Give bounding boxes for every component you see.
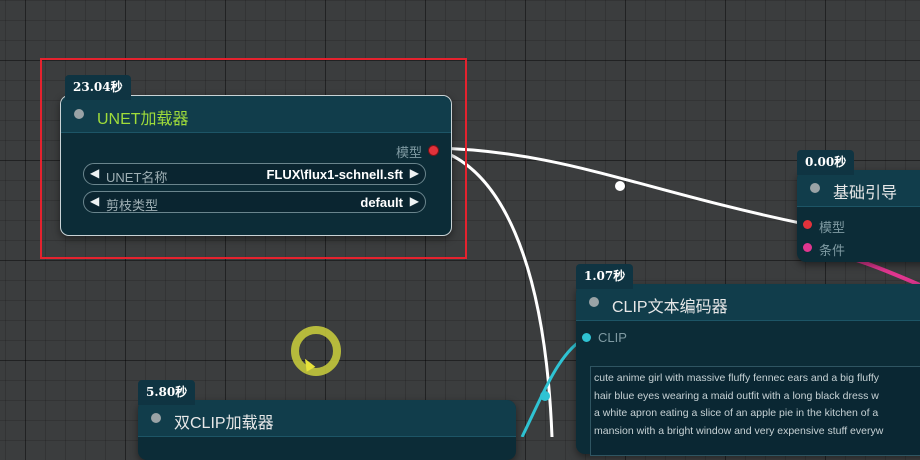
click-indicator-ring xyxy=(291,326,341,376)
basic-guider-node[interactable]: 基础引导 模型 条件 xyxy=(797,170,920,262)
collapse-dot-icon[interactable] xyxy=(151,413,161,423)
clip-text-encode-time-badge: 1.07秒 xyxy=(576,264,634,289)
dual-clip-loader-node[interactable]: 双CLIP加载器 xyxy=(138,400,516,460)
clip-input-socket[interactable] xyxy=(582,333,591,342)
dual-clip-loader-header[interactable]: 双CLIP加载器 xyxy=(138,400,516,437)
collapse-dot-icon[interactable] xyxy=(589,297,599,307)
clip-text-encode-header[interactable]: CLIP文本编码器 xyxy=(576,284,920,321)
dual-clip-loader-time-badge: 5.80秒 xyxy=(138,380,196,405)
basic-guider-header[interactable]: 基础引导 xyxy=(797,170,920,207)
clip-wire-reroute-dot[interactable] xyxy=(540,391,550,401)
model-input-socket[interactable] xyxy=(803,220,812,229)
conditioning-input-label: 条件 xyxy=(819,243,846,258)
prompt-line: mansion with a bright window and very ex… xyxy=(594,424,884,437)
dual-clip-loader-title: 双CLIP加载器 xyxy=(174,415,274,432)
prompt-line: hair blue eyes wearing a maid outfit wit… xyxy=(594,389,879,402)
clip-input-label: CLIP xyxy=(598,330,627,345)
selection-highlight-box xyxy=(40,58,467,259)
wire-reroute-dot[interactable] xyxy=(615,181,625,191)
clip-text-encode-title: CLIP文本编码器 xyxy=(612,299,728,316)
prompt-line: cute anime girl with massive fluffy fenn… xyxy=(594,372,880,384)
basic-guider-title: 基础引导 xyxy=(833,185,898,202)
prompt-textarea[interactable]: cute anime girl with massive fluffy fenn… xyxy=(590,366,920,456)
conditioning-input-socket[interactable] xyxy=(803,243,812,252)
model-input-label: 模型 xyxy=(819,220,846,235)
basic-guider-time-badge: 0.00秒 xyxy=(797,150,855,175)
collapse-dot-icon[interactable] xyxy=(810,183,820,193)
prompt-line: a white apron eating a slice of an apple… xyxy=(594,407,879,419)
